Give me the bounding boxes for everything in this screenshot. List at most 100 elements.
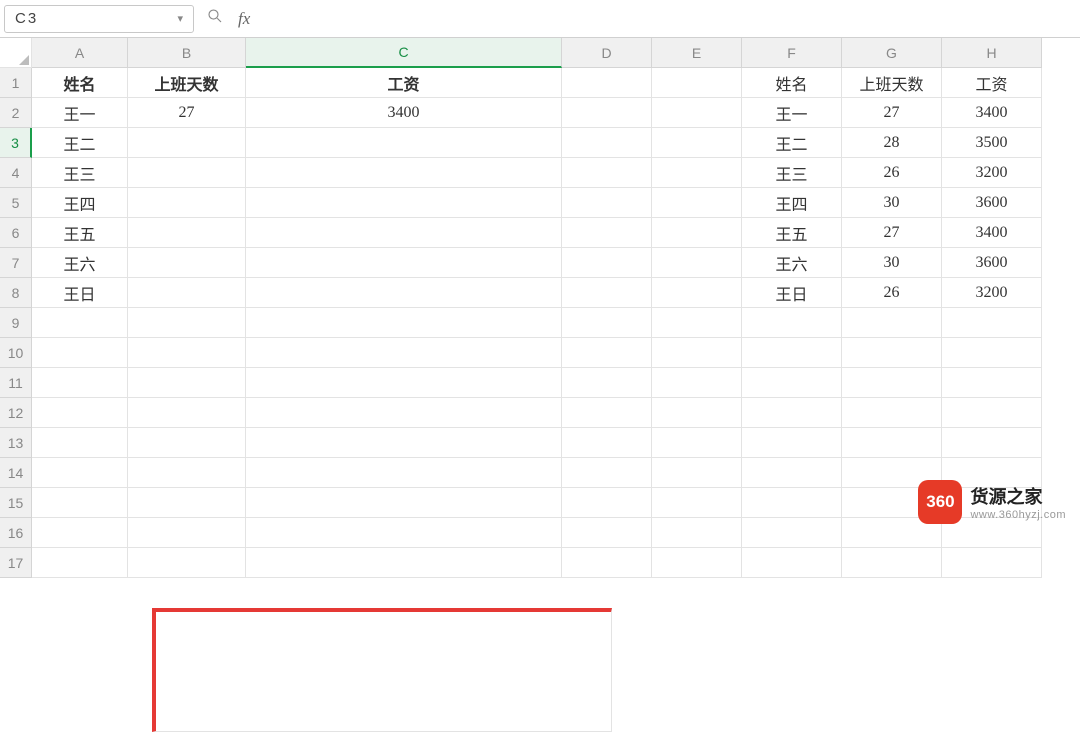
cell-E7[interactable] [652,248,742,278]
cell[interactable] [246,488,562,518]
cell[interactable] [128,398,246,428]
cell[interactable] [842,398,942,428]
cell[interactable] [742,308,842,338]
cell-B4[interactable] [128,158,246,188]
col-header-G[interactable]: G [842,38,942,68]
row-header[interactable]: 15 [0,488,32,518]
row-header[interactable]: 13 [0,428,32,458]
cell[interactable] [842,338,942,368]
cell-D5[interactable] [562,188,652,218]
cell[interactable] [562,488,652,518]
cell-B7[interactable] [128,248,246,278]
cell-C8[interactable] [246,278,562,308]
cell[interactable] [742,398,842,428]
cell[interactable] [652,398,742,428]
cell-F2[interactable]: 王一 [742,98,842,128]
cell-B3[interactable] [128,128,246,158]
cell-G7[interactable]: 30 [842,248,942,278]
cell-G3[interactable]: 28 [842,128,942,158]
col-header-C[interactable]: C [246,38,562,68]
cell[interactable] [128,368,246,398]
col-header-D[interactable]: D [562,38,652,68]
cell-E4[interactable] [652,158,742,188]
cell[interactable] [652,428,742,458]
row-header[interactable]: 10 [0,338,32,368]
cell-C4[interactable] [246,158,562,188]
row-header[interactable]: 6 [0,218,32,248]
cell-A2[interactable]: 王一 [32,98,128,128]
cell[interactable] [246,338,562,368]
cell[interactable] [32,458,128,488]
cell[interactable] [32,398,128,428]
cell-D3[interactable] [562,128,652,158]
row-header[interactable]: 14 [0,458,32,488]
cell-A5[interactable]: 王四 [32,188,128,218]
cell-C7[interactable] [246,248,562,278]
cell[interactable] [742,368,842,398]
cell[interactable] [562,458,652,488]
cell-B6[interactable] [128,218,246,248]
cell-C6[interactable] [246,218,562,248]
row-header[interactable]: 7 [0,248,32,278]
cell-C5[interactable] [246,188,562,218]
cell[interactable] [652,488,742,518]
row-header[interactable]: 1 [0,68,32,98]
cell-G4[interactable]: 26 [842,158,942,188]
cell-G6[interactable]: 27 [842,218,942,248]
cell[interactable] [128,308,246,338]
cell-A8[interactable]: 王日 [32,278,128,308]
cell[interactable] [942,548,1042,578]
cell[interactable] [842,428,942,458]
cell[interactable] [942,338,1042,368]
cell[interactable] [128,458,246,488]
cell-A1[interactable]: 姓名 [32,68,128,98]
cell-F1[interactable]: 姓名 [742,68,842,98]
cell[interactable] [742,338,842,368]
cell-H4[interactable]: 3200 [942,158,1042,188]
cell[interactable] [32,548,128,578]
cell-D4[interactable] [562,158,652,188]
cell-H7[interactable]: 3600 [942,248,1042,278]
cell[interactable] [742,548,842,578]
cell[interactable] [246,368,562,398]
cell[interactable] [562,308,652,338]
cell[interactable] [652,458,742,488]
cell[interactable] [942,398,1042,428]
cell-G2[interactable]: 27 [842,98,942,128]
cell-E8[interactable] [652,278,742,308]
cell-E3[interactable] [652,128,742,158]
cell[interactable] [246,458,562,488]
cell[interactable] [942,428,1042,458]
select-all-corner[interactable] [0,38,32,68]
cell-D8[interactable] [562,278,652,308]
col-header-H[interactable]: H [942,38,1042,68]
cell-H6[interactable]: 3400 [942,218,1042,248]
row-header[interactable]: 9 [0,308,32,338]
cell[interactable] [652,368,742,398]
cell[interactable] [562,368,652,398]
cell-C1[interactable]: 工资 [246,68,562,98]
cell-A3[interactable]: 王二 [32,128,128,158]
cell-F3[interactable]: 王二 [742,128,842,158]
cell[interactable] [842,368,942,398]
row-header[interactable]: 17 [0,548,32,578]
fill-handle[interactable] [558,694,564,700]
cell[interactable] [32,488,128,518]
name-box[interactable]: C3 ▾ [4,5,194,33]
cell-H8[interactable]: 3200 [942,278,1042,308]
cell-F6[interactable]: 王五 [742,218,842,248]
cell-C2[interactable]: 3400 [246,98,562,128]
cell-E2[interactable] [652,98,742,128]
cell-D6[interactable] [562,218,652,248]
cell-B8[interactable] [128,278,246,308]
row-header[interactable]: 3 [0,128,32,158]
cell[interactable] [742,488,842,518]
cell[interactable] [562,548,652,578]
col-header-F[interactable]: F [742,38,842,68]
formula-input[interactable] [262,5,1076,33]
cell-C3[interactable] [246,128,562,158]
cell-H2[interactable]: 3400 [942,98,1042,128]
cell[interactable] [128,428,246,458]
cell-F8[interactable]: 王日 [742,278,842,308]
col-header-A[interactable]: A [32,38,128,68]
